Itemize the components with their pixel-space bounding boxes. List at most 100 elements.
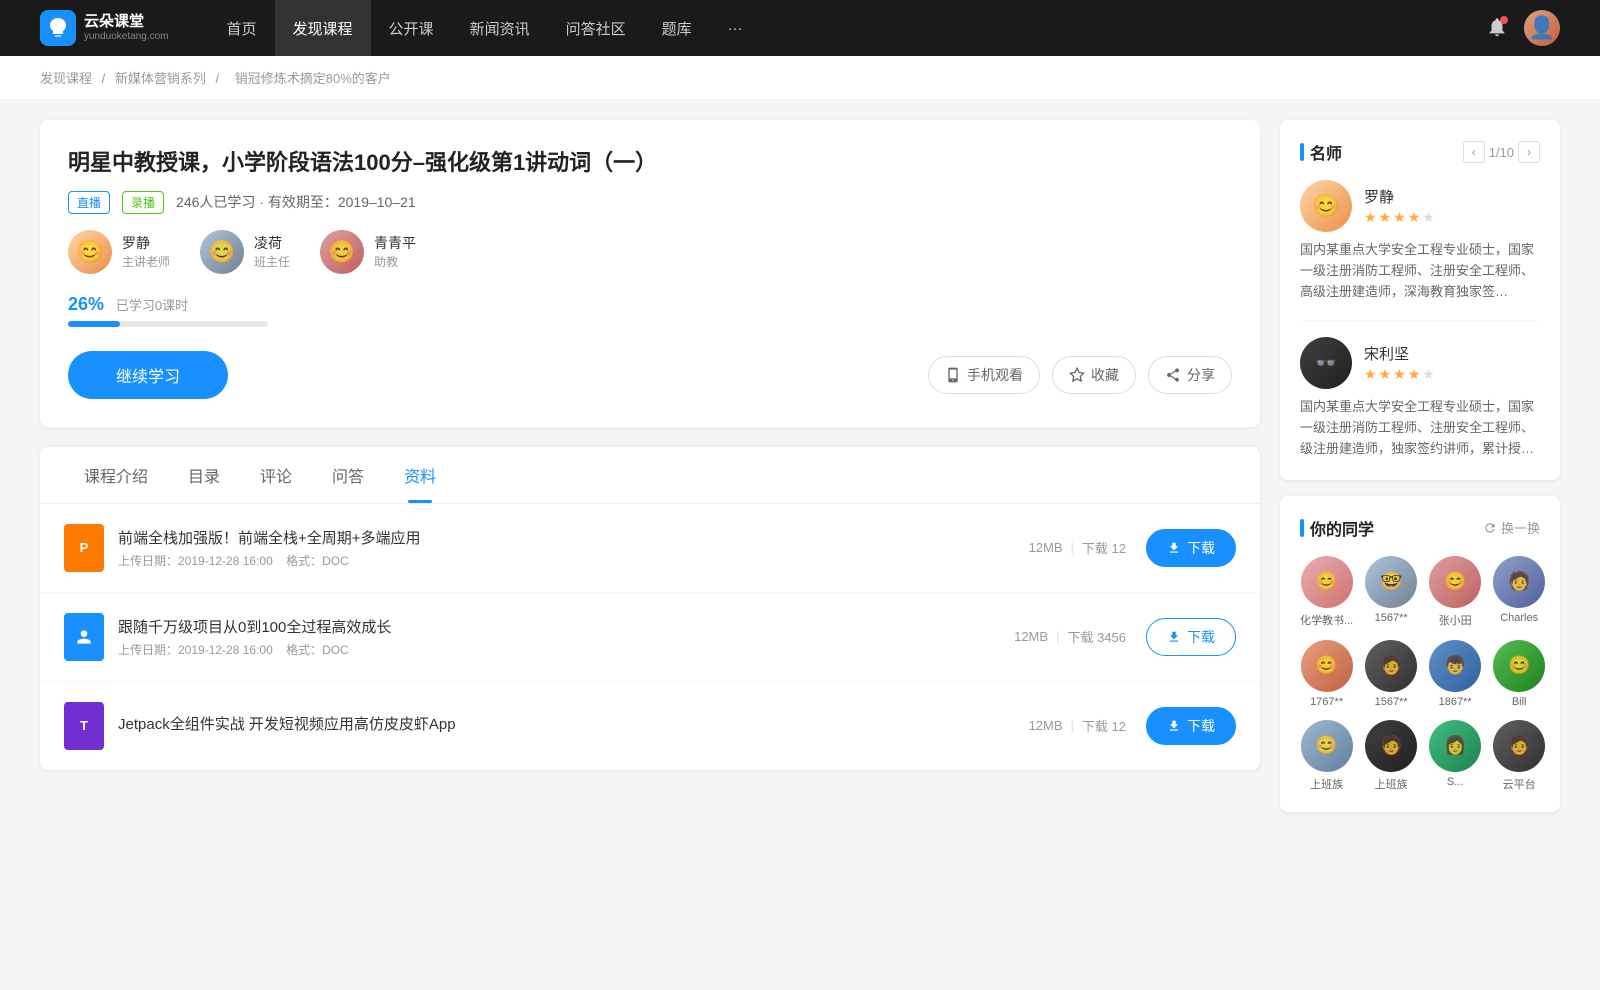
sidebar-teacher-1-avatar: 😊	[1300, 180, 1352, 232]
nav-right: 👤	[1486, 10, 1560, 46]
classmate-11-name: S...	[1447, 776, 1464, 788]
classmate-10[interactable]: 🧑 上班族	[1365, 720, 1417, 792]
classmate-2[interactable]: 🤓 1567**	[1365, 556, 1417, 628]
file-icon-1: P	[64, 524, 104, 572]
teacher-2-avatar: 😊	[200, 230, 244, 274]
tab-materials[interactable]: 资料	[384, 447, 456, 503]
classmate-11[interactable]: 👩 S...	[1429, 720, 1481, 792]
classmate-7-avatar: 👦	[1429, 640, 1481, 692]
classmate-6-name: 1567**	[1375, 696, 1408, 708]
classmate-9-name: 上班族	[1310, 776, 1343, 792]
progress-label: 26%	[68, 294, 104, 314]
file-name-2: 跟随千万级项目从0到100全过程高效成长	[118, 616, 1014, 637]
breadcrumb-link-2[interactable]: 新媒体营销系列	[115, 71, 206, 86]
classmate-6-avatar: 🧑	[1365, 640, 1417, 692]
download-button-1[interactable]: 下载	[1146, 529, 1236, 567]
file-item: P 前端全栈加强版！前端全栈+全周期+多端应用 上传日期：2019-12-28 …	[40, 504, 1260, 593]
tabs-body: P 前端全栈加强版！前端全栈+全周期+多端应用 上传日期：2019-12-28 …	[40, 504, 1260, 770]
teacher-2-role: 班主任	[254, 253, 290, 270]
download-button-3[interactable]: 下载	[1146, 707, 1236, 745]
course-info: 246人已学习 · 有效期至：2019–10–21	[176, 192, 416, 212]
nav-item-open[interactable]: 公开课	[371, 0, 452, 56]
classmate-4-avatar: 🧑	[1493, 556, 1545, 608]
collect-label: 收藏	[1091, 365, 1119, 385]
sidebar-teacher-2-avatar: 👓	[1300, 337, 1352, 389]
badge-live: 直播	[68, 191, 110, 214]
logo-icon	[40, 10, 76, 46]
file-info-2: 跟随千万级项目从0到100全过程高效成长 上传日期：2019-12-28 16:…	[118, 616, 1014, 658]
nav-item-more[interactable]: ···	[710, 0, 761, 56]
sidebar-teacher-2-stars: ★ ★ ★ ★ ★	[1364, 366, 1435, 383]
refresh-label: 换一换	[1501, 518, 1540, 537]
share-label: 分享	[1187, 365, 1215, 385]
file-date-1: 上传日期：2019-12-28 16:00	[118, 554, 273, 568]
file-name-3: Jetpack全组件实战 开发短视频应用高仿皮皮虾App	[118, 713, 1029, 734]
file-info-3: Jetpack全组件实战 开发短视频应用高仿皮皮虾App	[118, 713, 1029, 738]
sidebar-area: 名师 ‹ 1/10 › 😊 罗静 ★ ★	[1280, 120, 1560, 828]
sidebar-teacher-2: 👓 宋利坚 ★ ★ ★ ★ ★ 国内某重点大学安全工程专业硕士，国家一级注册消防…	[1300, 337, 1540, 459]
classmate-6[interactable]: 🧑 1567**	[1365, 640, 1417, 708]
logo[interactable]: 云朵课堂 yunduoketang.com	[40, 10, 169, 46]
classmate-10-avatar: 🧑	[1365, 720, 1417, 772]
classmate-7-name: 1867**	[1439, 696, 1472, 708]
refresh-classmates-button[interactable]: 换一换	[1483, 518, 1540, 537]
teacher-3-avatar: 😊	[320, 230, 364, 274]
classmate-8-name: Bill	[1512, 696, 1527, 708]
file-date-2: 上传日期：2019-12-28 16:00	[118, 643, 273, 657]
tab-qa[interactable]: 问答	[312, 447, 384, 503]
collect-button[interactable]: 收藏	[1052, 356, 1136, 394]
classmate-9-avatar: 😊	[1301, 720, 1353, 772]
classmate-12[interactable]: 🧑 云平台	[1493, 720, 1545, 792]
classmate-10-name: 上班族	[1375, 776, 1408, 792]
classmate-5-avatar: 😊	[1301, 640, 1353, 692]
sidebar-teacher-1-stars: ★ ★ ★ ★ ★	[1364, 209, 1435, 226]
share-button[interactable]: 分享	[1148, 356, 1232, 394]
classmate-7[interactable]: 👦 1867**	[1429, 640, 1481, 708]
classmate-8[interactable]: 😊 Bill	[1493, 640, 1545, 708]
navigation: 云朵课堂 yunduoketang.com 首页 发现课程 公开课 新闻资讯 问…	[0, 0, 1600, 56]
course-actions: 继续学习 手机观看 收藏 分享	[68, 351, 1232, 399]
classmate-9[interactable]: 😊 上班族	[1300, 720, 1353, 792]
tabs-card: 课程介绍 目录 评论 问答 资料 P 前端全栈加强版！前端全栈+全周期+多端应用…	[40, 447, 1260, 770]
classmates-grid: 😊 化学教书... 🤓 1567** 😊 张小田 🧑 Charles 😊	[1300, 556, 1540, 792]
sidebar-teacher-1-desc: 国内某重点大学安全工程专业硕士，国家一级注册消防工程师、注册安全工程师、高级注册…	[1300, 240, 1540, 302]
classmate-4[interactable]: 🧑 Charles	[1493, 556, 1545, 628]
breadcrumb-link-1[interactable]: 发现课程	[40, 71, 92, 86]
course-title: 明星中教授课，小学阶段语法100分–强化级第1讲动词（一）	[68, 148, 1232, 179]
teacher-1-role: 主讲老师	[122, 253, 170, 270]
tab-review[interactable]: 评论	[240, 447, 312, 503]
notification-bell[interactable]	[1486, 16, 1508, 41]
tab-intro[interactable]: 课程介绍	[64, 447, 168, 503]
tab-catalog[interactable]: 目录	[168, 447, 240, 503]
classmate-1[interactable]: 😊 化学教书...	[1300, 556, 1353, 628]
classmate-5[interactable]: 😊 1767**	[1300, 640, 1353, 708]
download-button-2[interactable]: 下载	[1146, 618, 1236, 656]
nav-item-news[interactable]: 新闻资讯	[452, 0, 548, 56]
nav-item-quiz[interactable]: 题库	[644, 0, 710, 56]
classmate-3[interactable]: 😊 张小田	[1429, 556, 1481, 628]
sidebar-teacher-2-name: 宋利坚	[1364, 343, 1435, 364]
classmate-11-avatar: 👩	[1429, 720, 1481, 772]
sidebar-teacher-1-name: 罗静	[1364, 186, 1435, 207]
course-card: 明星中教授课，小学阶段语法100分–强化级第1讲动词（一） 直播 录播 246人…	[40, 120, 1260, 427]
file-icon-3: T	[64, 702, 104, 750]
continue-button[interactable]: 继续学习	[68, 351, 228, 399]
content-area: 明星中教授课，小学阶段语法100分–强化级第1讲动词（一） 直播 录播 246人…	[40, 120, 1260, 828]
mobile-watch-button[interactable]: 手机观看	[928, 356, 1040, 394]
breadcrumb-current: 销冠修炼术摘定80%的客户	[235, 71, 391, 86]
classmates-sidebar-card: 你的同学 换一换 😊 化学教书... 🤓 1567**	[1280, 496, 1560, 812]
user-avatar[interactable]: 👤	[1524, 10, 1560, 46]
nav-item-courses[interactable]: 发现课程	[275, 0, 371, 56]
logo-sub: yunduoketang.com	[84, 31, 169, 43]
file-item: 跟随千万级项目从0到100全过程高效成长 上传日期：2019-12-28 16:…	[40, 593, 1260, 682]
progress-bar-fill	[68, 321, 120, 327]
breadcrumb: 发现课程 / 新媒体营销系列 / 销冠修炼术摘定80%的客户	[0, 56, 1600, 100]
teacher-1-avatar: 😊	[68, 230, 112, 274]
pagination-next[interactable]: ›	[1518, 141, 1540, 163]
pagination-prev[interactable]: ‹	[1463, 141, 1485, 163]
nav-item-qa[interactable]: 问答社区	[548, 0, 644, 56]
teachers-list: 😊 罗静 主讲老师 😊 凌荷 班主任 😊 青青平	[68, 230, 1232, 274]
progress-section: 26% 已学习0课时	[68, 294, 1232, 327]
nav-item-home[interactable]: 首页	[209, 0, 275, 56]
classmate-1-avatar: 😊	[1301, 556, 1353, 608]
